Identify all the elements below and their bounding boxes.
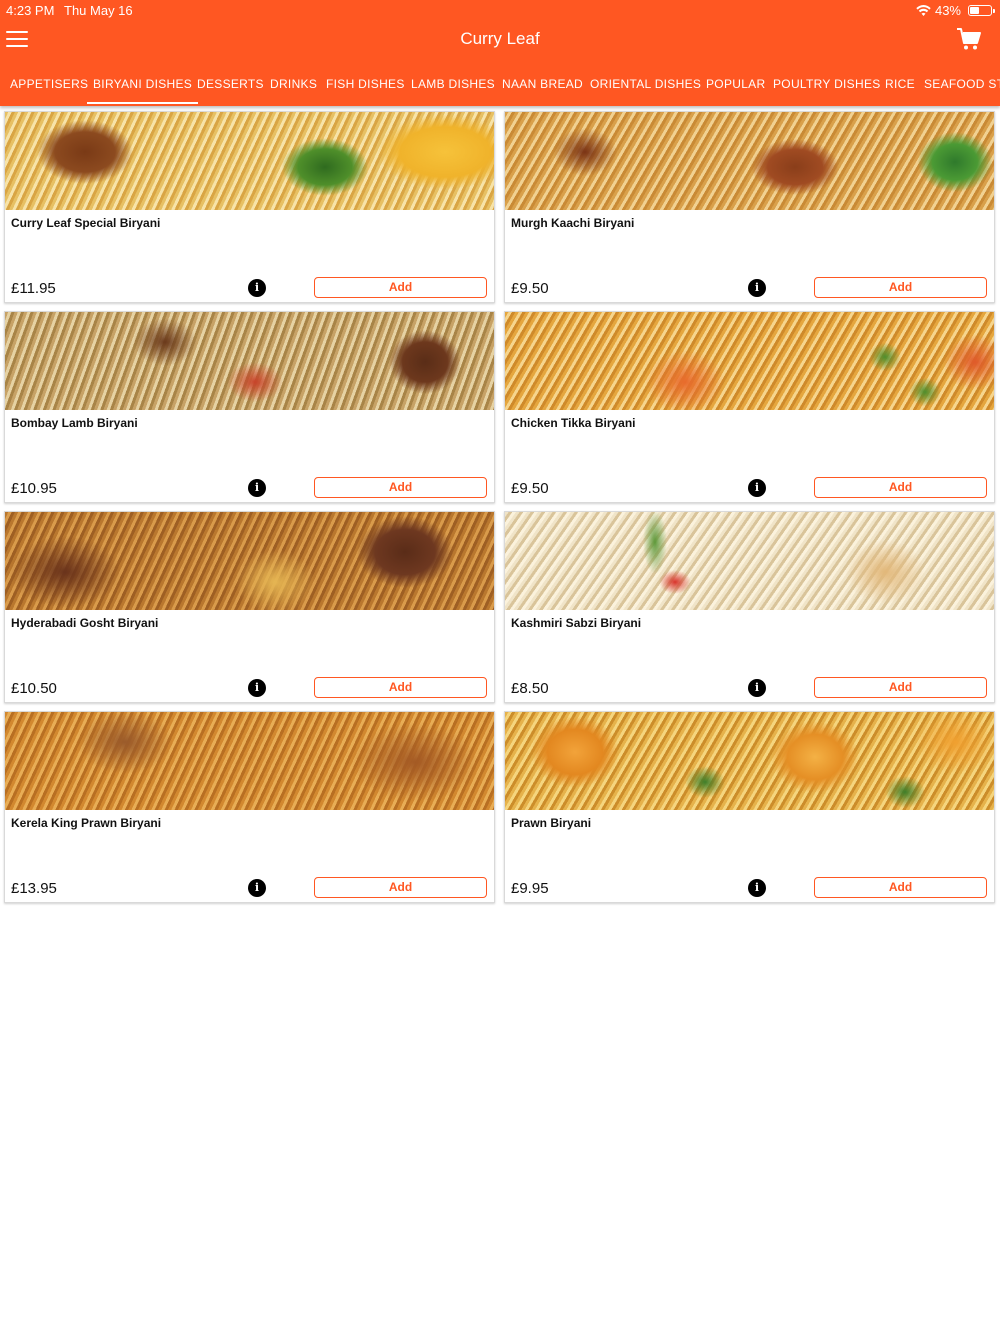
- product-card[interactable]: Bombay Lamb Biryani £10.95 i Add: [4, 311, 495, 503]
- product-price: £10.95: [11, 480, 57, 497]
- product-name: Bombay Lamb Biryani: [11, 416, 138, 430]
- product-image: [505, 312, 994, 410]
- info-icon[interactable]: i: [248, 679, 266, 697]
- status-indicators: 43%: [916, 3, 995, 18]
- product-name: Murgh Kaachi Biryani: [511, 216, 635, 230]
- shopping-cart-icon[interactable]: [956, 26, 982, 52]
- product-image: [5, 512, 494, 610]
- add-button[interactable]: Add: [814, 877, 987, 898]
- tab-desserts[interactable]: DESSERTS: [197, 64, 264, 104]
- info-icon[interactable]: i: [748, 679, 766, 697]
- status-date: Thu May 16: [64, 3, 133, 18]
- status-time: 4:23 PM: [6, 3, 55, 18]
- product-card[interactable]: Prawn Biryani £9.95 i Add: [504, 711, 995, 903]
- add-button[interactable]: Add: [314, 677, 487, 698]
- product-price: £9.50: [511, 480, 549, 497]
- tab-seafood-starters[interactable]: SEAFOOD STARTERS: [924, 64, 1000, 104]
- info-icon[interactable]: i: [248, 879, 266, 897]
- info-icon[interactable]: i: [248, 279, 266, 297]
- page-title: Curry Leaf: [460, 29, 540, 48]
- add-button[interactable]: Add: [314, 477, 487, 498]
- tab-oriental-dishes[interactable]: ORIENTAL DISHES: [590, 64, 701, 104]
- product-card[interactable]: Chicken Tikka Biryani £9.50 i Add: [504, 311, 995, 503]
- product-image: [505, 112, 994, 210]
- tab-drinks[interactable]: DRINKS: [270, 64, 317, 104]
- product-price: £11.95: [11, 280, 56, 297]
- add-button[interactable]: Add: [814, 477, 987, 498]
- info-icon[interactable]: i: [248, 479, 266, 497]
- product-card[interactable]: Hyderabadi Gosht Biryani £10.50 i Add: [4, 511, 495, 703]
- info-icon[interactable]: i: [748, 879, 766, 897]
- add-button[interactable]: Add: [314, 277, 487, 298]
- product-image: [5, 112, 494, 210]
- product-name: Prawn Biryani: [511, 816, 592, 830]
- add-button[interactable]: Add: [814, 677, 987, 698]
- app-header: 4:23 PM Thu May 16 43% Curry Leaf APPETI…: [0, 0, 1000, 106]
- tab-biryani-dishes[interactable]: BIRYANI DISHES: [86, 64, 199, 104]
- product-name: Kashmiri Sabzi Biryani: [511, 616, 642, 630]
- tab-naan-bread[interactable]: NAAN BREAD: [502, 64, 583, 104]
- add-button[interactable]: Add: [814, 277, 987, 298]
- product-card[interactable]: Kerela King Prawn Biryani £13.95 i Add: [4, 711, 495, 903]
- tab-lamb-dishes[interactable]: LAMB DISHES: [411, 64, 495, 104]
- info-icon[interactable]: i: [748, 279, 766, 297]
- tab-rice[interactable]: RICE: [885, 64, 915, 104]
- product-card[interactable]: Murgh Kaachi Biryani £9.50 i Add: [504, 111, 995, 303]
- tab-fish-dishes[interactable]: FISH DISHES: [326, 64, 405, 104]
- product-name: Chicken Tikka Biryani: [511, 416, 636, 430]
- product-name: Kerela King Prawn Biryani: [11, 816, 162, 830]
- product-price: £13.95: [11, 880, 57, 897]
- product-price: £9.95: [511, 880, 549, 897]
- tab-appetisers[interactable]: APPETISERS: [10, 64, 88, 104]
- add-button[interactable]: Add: [314, 877, 487, 898]
- product-price: £10.50: [11, 680, 57, 697]
- battery-percent: 43%: [934, 3, 961, 18]
- product-price: £9.50: [511, 280, 549, 297]
- tab-popular[interactable]: POPULAR: [706, 64, 765, 104]
- product-card[interactable]: Curry Leaf Special Biryani £11.95 i Add: [4, 111, 495, 303]
- product-image: [505, 512, 994, 610]
- battery-level: [970, 7, 979, 14]
- product-name: Curry Leaf Special Biryani: [11, 216, 161, 230]
- info-icon[interactable]: i: [748, 479, 766, 497]
- tab-poultry-dishes[interactable]: POULTRY DISHES: [773, 64, 881, 104]
- product-image: [505, 712, 994, 810]
- status-bar: 4:23 PM Thu May 16 43%: [0, 0, 1000, 20]
- product-image: [5, 312, 494, 410]
- category-tabs: APPETISERS BIRYANI DISHES DESSERTS DRINK…: [0, 64, 1000, 104]
- battery-icon: [968, 5, 995, 16]
- product-image: [5, 712, 494, 810]
- navigation-bar: Curry Leaf: [0, 20, 1000, 60]
- product-card[interactable]: Kashmiri Sabzi Biryani £8.50 i Add: [504, 511, 995, 703]
- product-price: £8.50: [511, 680, 549, 697]
- product-name: Hyderabadi Gosht Biryani: [11, 616, 159, 630]
- wifi-icon: [916, 4, 931, 16]
